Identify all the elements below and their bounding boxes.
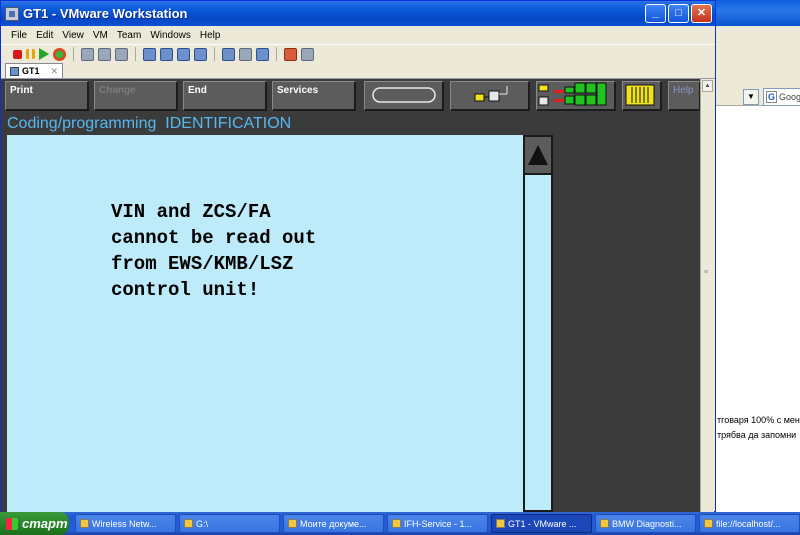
connection-status-icon — [538, 82, 607, 106]
interface-button[interactable] — [450, 81, 530, 111]
vmware-icon — [496, 519, 505, 528]
taskbar-item-ifh-service[interactable]: IFH-Service - 1... — [387, 514, 488, 533]
background-browser-toolbar: ▼ G Goog — [713, 26, 800, 106]
vmware-console-scrollbar[interactable]: ▲ ≡ — [700, 79, 714, 512]
vmware-titlebar[interactable]: GT1 - VMware Workstation _ □ ✕ — [1, 1, 715, 26]
scroll-up-arrow-icon — [528, 145, 548, 165]
power-on-icon[interactable] — [39, 48, 49, 60]
cable-status-button[interactable] — [364, 81, 444, 111]
taskbar-items: Wireless Netw... G:\ Моите докуме... IFH… — [75, 514, 800, 533]
menu-help[interactable]: Help — [200, 30, 221, 41]
reset-icon[interactable] — [53, 47, 66, 61]
power-off-icon[interactable] — [13, 49, 22, 59]
help-button[interactable]: Help — [668, 81, 701, 111]
bmw-icon — [600, 519, 609, 528]
appliance-view-icon[interactable] — [194, 47, 207, 61]
vmware-tabbar: GT1 ✕ — [1, 63, 715, 79]
folder-icon — [184, 519, 193, 528]
taskbar-item-drive-g[interactable]: G:\ — [179, 514, 280, 533]
menu-team[interactable]: Team — [117, 30, 141, 41]
console-scroll-up-icon[interactable]: ▲ — [702, 80, 713, 92]
tab-gt1[interactable]: GT1 ✕ — [5, 63, 64, 78]
snapshot-manager-icon[interactable] — [115, 47, 128, 61]
cable-icon — [372, 87, 436, 103]
start-label: старт — [22, 516, 68, 531]
maximize-button[interactable]: □ — [668, 4, 689, 23]
taskbar-item-label: G:\ — [196, 518, 209, 529]
message-panel: VIN and ZCS/FA cannot be read out from E… — [7, 135, 523, 512]
taskbar-item-label: file://localhost/... — [716, 518, 781, 529]
background-browser-titlebar — [713, 0, 800, 26]
taskbar-item-gt1-vmware[interactable]: GT1 - VMware ... — [491, 514, 592, 533]
message-scrollbar[interactable] — [523, 135, 553, 512]
start-button[interactable]: старт — [0, 512, 69, 535]
google-icon: G — [766, 91, 778, 103]
quick-switch-icon[interactable] — [160, 47, 173, 61]
print-button[interactable]: Print — [5, 81, 89, 111]
address-dropdown-arrow-icon[interactable]: ▼ — [743, 89, 759, 105]
battery-icon — [625, 84, 655, 106]
end-button[interactable]: End — [183, 81, 267, 111]
taskbar-item-label: IFH-Service - 1... — [404, 518, 473, 529]
playback-icon[interactable] — [301, 47, 314, 61]
full-screen-icon[interactable] — [239, 47, 252, 61]
tab-gt1-label: GT1 — [22, 66, 40, 76]
windows-logo-icon — [6, 517, 18, 530]
snapshot-icon[interactable] — [81, 47, 94, 61]
scroll-up-button[interactable] — [525, 137, 551, 175]
vmware-app-icon — [5, 6, 19, 21]
taskbar-item-label: GT1 - VMware ... — [508, 518, 577, 529]
taskbar-item-label: BMW Diagnosti... — [612, 518, 682, 529]
revert-snapshot-icon[interactable] — [98, 47, 111, 61]
menu-view[interactable]: View — [62, 30, 84, 41]
taskbar-item-label: Моите докуме... — [300, 518, 367, 529]
service-icon — [392, 519, 401, 528]
console-view-icon[interactable] — [222, 47, 235, 61]
vmware-toolbar — [1, 44, 715, 63]
toolbar-separator — [276, 47, 277, 61]
taskbar: старт Wireless Netw... G:\ Моите докуме.… — [0, 512, 800, 535]
browser-icon — [704, 519, 713, 528]
taskbar-item-my-documents[interactable]: Моите докуме... — [283, 514, 384, 533]
toolbar-separator — [135, 47, 136, 61]
menu-vm[interactable]: VM — [93, 30, 108, 41]
guest-screen[interactable]: Print Change End Services Help Coding/pr… — [1, 79, 701, 512]
guest-right-panel — [553, 135, 701, 512]
suspend-icon[interactable] — [26, 49, 35, 59]
unity-icon[interactable] — [256, 47, 269, 61]
page-title: Coding/programming IDENTIFICATION — [7, 115, 292, 132]
menu-edit[interactable]: Edit — [36, 30, 53, 41]
network-icon — [80, 519, 89, 528]
change-button[interactable]: Change — [94, 81, 178, 111]
menu-windows[interactable]: Windows — [150, 30, 191, 41]
background-page-text-line1: тговаря 100% с мен — [717, 415, 800, 425]
close-button[interactable]: ✕ — [691, 4, 712, 23]
vmware-menubar: File Edit View VM Team Windows Help — [1, 26, 715, 44]
show-sidebar-icon[interactable] — [143, 47, 156, 61]
toolbar-separator — [73, 47, 74, 61]
vmware-window-title: GT1 - VMware Workstation — [23, 6, 188, 21]
scroll-grip-icon[interactable]: ≡ — [704, 269, 708, 276]
vm-tab-icon — [10, 66, 19, 76]
folder-icon — [288, 519, 297, 528]
interface-icon — [474, 86, 508, 102]
taskbar-item-bmw-diagnostics[interactable]: BMW Diagnosti... — [595, 514, 696, 533]
google-search-label: Goog — [779, 92, 800, 102]
taskbar-item-label: Wireless Netw... — [92, 518, 157, 529]
menu-file[interactable]: File — [11, 30, 27, 41]
tab-close-icon[interactable]: ✕ — [51, 66, 59, 77]
taskbar-item-browser[interactable]: file://localhost/... — [699, 514, 800, 533]
connection-status-button[interactable] — [536, 81, 616, 111]
toolbar-separator — [214, 47, 215, 61]
minimize-button[interactable]: _ — [645, 4, 666, 23]
summary-view-icon[interactable] — [177, 47, 190, 61]
error-message: VIN and ZCS/FA cannot be read out from E… — [111, 201, 317, 301]
background-page-text-line2: трябва да запомни — [717, 430, 797, 440]
services-button[interactable]: Services — [272, 81, 356, 111]
taskbar-item-wireless[interactable]: Wireless Netw... — [75, 514, 176, 533]
record-icon[interactable] — [284, 47, 297, 61]
google-search-box[interactable]: G Goog — [763, 88, 800, 106]
battery-status-button[interactable] — [622, 81, 662, 111]
